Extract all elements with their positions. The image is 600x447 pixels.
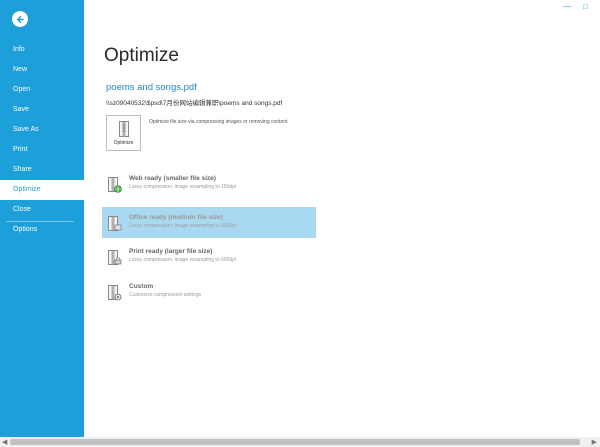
nav-item-close[interactable]: Close <box>0 200 84 220</box>
scroll-right-icon[interactable]: ▶ <box>592 438 597 446</box>
optimize-button-label: Optimize <box>113 140 134 146</box>
horizontal-scrollbar[interactable]: ◀ ▶ <box>0 437 600 447</box>
option-title: Custom <box>129 283 154 290</box>
optimize-button[interactable]: Optimize <box>106 115 141 151</box>
option-title: Web ready (smaller file size) <box>129 175 216 182</box>
nav-item-options[interactable]: Options <box>0 220 84 240</box>
nav-item-new[interactable]: New <box>0 60 84 80</box>
print-ready-icon <box>108 250 122 265</box>
sidebar: Info New Open Save Save As Print Share O… <box>0 0 84 437</box>
custom-gear-icon <box>108 285 122 301</box>
option-description: Lossy compression; image resampling to 3… <box>129 223 236 229</box>
arrow-left-icon <box>16 15 24 23</box>
option-print-ready[interactable]: Print ready (larger file size) Lossy com… <box>102 241 316 272</box>
scroll-left-icon[interactable]: ◀ <box>2 438 7 446</box>
nav-item-optimize[interactable]: Optimize <box>0 180 84 200</box>
web-ready-icon <box>108 177 122 193</box>
option-description: Lossy compression; image resampling to 1… <box>129 184 236 190</box>
nav-item-info[interactable]: Info <box>0 40 84 60</box>
file-name: poems and songs.pdf <box>106 82 197 93</box>
office-ready-icon <box>108 216 122 231</box>
option-description: Customize compression settings <box>129 292 201 298</box>
nav-item-open[interactable]: Open <box>0 80 84 100</box>
option-title: Print ready (larger file size) <box>129 248 213 255</box>
nav-item-print[interactable]: Print <box>0 140 84 160</box>
sidebar-nav: Info New Open Save Save As Print Share O… <box>0 40 84 240</box>
scroll-thumb[interactable] <box>10 439 580 445</box>
option-title: Office ready (medium file size) <box>129 214 223 221</box>
nav-divider <box>6 221 74 222</box>
nav-item-save-as[interactable]: Save As <box>0 120 84 140</box>
option-web-ready[interactable]: Web ready (smaller file size) Lossy comp… <box>102 168 316 199</box>
nav-item-save[interactable]: Save <box>0 100 84 120</box>
option-custom[interactable]: Custom Customize compression settings <box>102 276 316 307</box>
back-button[interactable] <box>12 11 28 27</box>
main-panel: Optimize poems and songs.pdf \\sz0904053… <box>84 0 600 437</box>
option-office-ready[interactable]: Office ready (medium file size) Lossy co… <box>102 207 316 238</box>
compress-icon <box>119 121 129 137</box>
option-description: Lossy compression; image resampling to 6… <box>129 257 236 263</box>
optimize-description: Optimize file size via compressing image… <box>149 119 289 125</box>
file-path: \\sz09040532\$psd\7月份网站编辑兼职\poems and so… <box>106 100 283 107</box>
page-title: Optimize <box>104 45 179 66</box>
nav-item-share[interactable]: Share <box>0 160 84 180</box>
